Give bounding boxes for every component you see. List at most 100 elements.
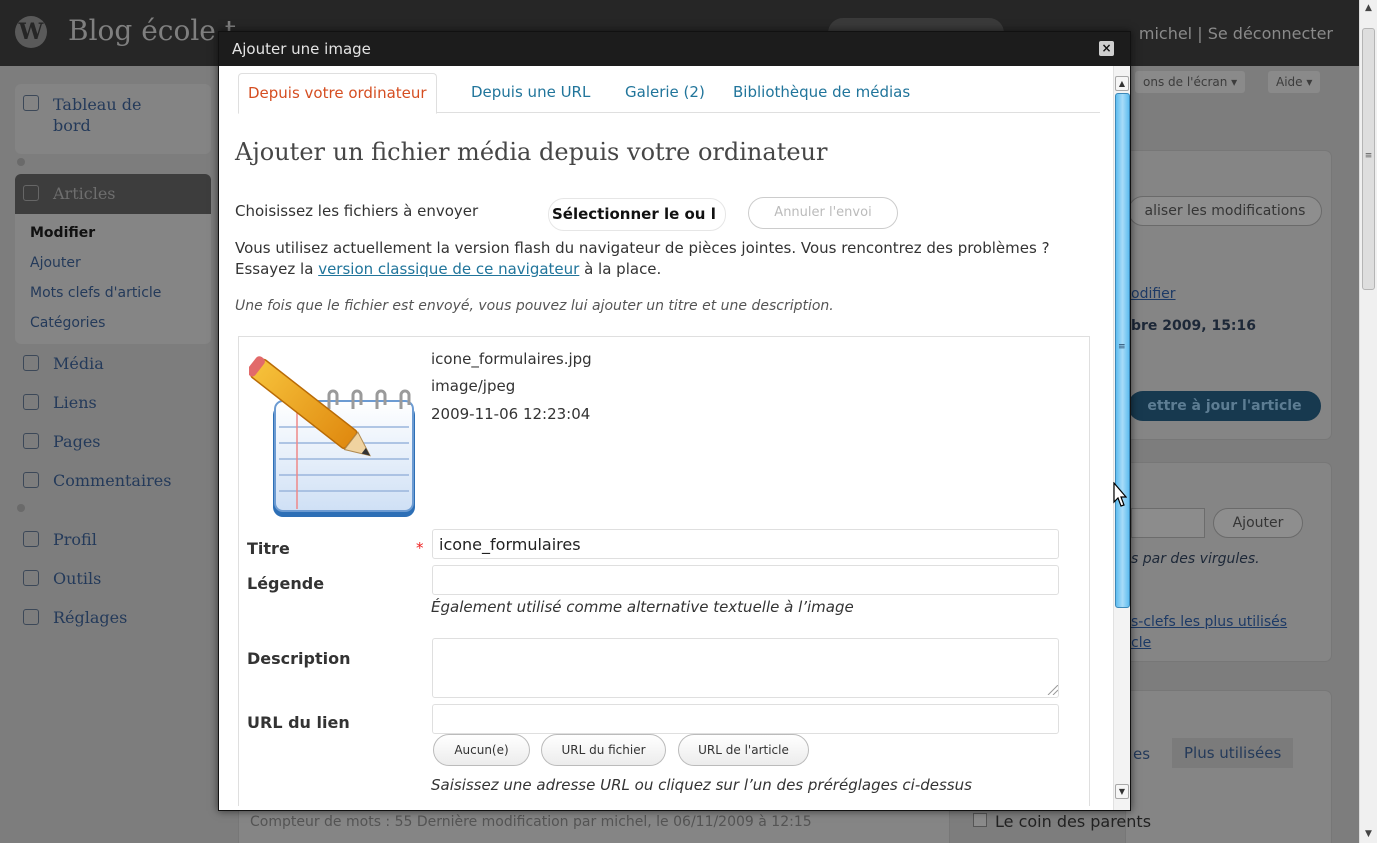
scroll-up-arrow-icon[interactable]: ▲ — [1115, 76, 1129, 91]
link-file-url-button[interactable]: URL du fichier — [541, 734, 666, 766]
save-changes-button[interactable]: aliser les modifications — [1128, 196, 1322, 226]
publish-date: bre 2009, 15:16 — [1131, 318, 1257, 334]
link-icon — [23, 394, 39, 410]
pages-icon — [23, 433, 39, 449]
caption-help-text: Également utilisé comme alternative text… — [431, 598, 854, 616]
scroll-down-arrow-icon[interactable]: ▼ — [1115, 784, 1129, 799]
scroll-up-arrow-icon[interactable]: ▲ — [1360, 0, 1377, 17]
flash-uploader-note: Vous utilisez actuellement la version fl… — [235, 238, 1085, 280]
link-post-url-button[interactable]: URL de l'article — [678, 734, 809, 766]
upload-tabs: Depuis votre ordinateur Depuis une URL G… — [238, 73, 1100, 114]
file-type: image/jpeg — [431, 377, 516, 395]
page-title: Ajouter un fichier média depuis votre or… — [235, 138, 828, 166]
admin-sidebar-menu: Tableau de bord Articles Modifier Ajoute… — [15, 84, 211, 637]
dialog-scroll-thumb[interactable]: ≡ — [1115, 93, 1130, 608]
sidebar-item-tools[interactable]: Outils — [15, 559, 211, 598]
sidebar-item-articles[interactable]: Articles — [15, 174, 211, 214]
file-date: 2009-11-06 12:23:04 — [431, 405, 591, 423]
media-item-panel: icone_formulaires.jpg image/jpeg 2009-11… — [238, 336, 1090, 806]
home-icon — [23, 95, 39, 111]
scroll-down-arrow-icon[interactable]: ▼ — [1360, 826, 1377, 843]
logout-link[interactable]: Se déconnecter — [1208, 24, 1333, 43]
sidebar-item-label: Liens — [53, 393, 97, 412]
caption-label: Légende — [247, 574, 325, 593]
sidebar-item-dashboard[interactable]: Tableau de bord — [15, 84, 211, 154]
submenu-item-modifier[interactable]: Modifier — [30, 218, 211, 248]
tools-icon — [23, 570, 39, 586]
sidebar-item-label: Média — [53, 354, 104, 373]
category-label: Le coin des parents — [995, 812, 1152, 831]
settings-icon — [23, 609, 39, 625]
menu-separator — [15, 504, 211, 520]
tab-from-url[interactable]: Depuis une URL — [462, 73, 599, 114]
sidebar-item-comments[interactable]: Commentaires — [15, 461, 211, 500]
sidebar-item-label: Réglages — [53, 608, 128, 627]
tab-all-categories[interactable]: es — [1133, 745, 1150, 763]
mouse-cursor-icon — [1113, 482, 1127, 507]
caption-input[interactable] — [432, 565, 1059, 595]
classic-uploader-link[interactable]: version classique de ce navigateur — [318, 260, 579, 278]
articles-submenu: Modifier Ajouter Mots clefs d'article Ca… — [15, 214, 211, 344]
tag-input[interactable] — [1131, 508, 1205, 538]
link-url-label: URL du lien — [247, 713, 350, 732]
category-checkbox[interactable] — [973, 813, 987, 827]
page-scroll-thumb[interactable]: ≡ — [1362, 28, 1375, 290]
submenu-item-tags[interactable]: Mots clefs d'article — [30, 278, 211, 308]
required-marker: * — [416, 539, 424, 557]
sidebar-item-pages[interactable]: Pages — [15, 422, 211, 461]
tab-most-used[interactable]: Plus utilisées — [1172, 738, 1294, 768]
after-upload-note: Une fois que le fichier est envoyé, vous… — [235, 298, 834, 314]
sidebar-item-label: Commentaires — [53, 471, 172, 490]
word-count-status: Compteur de mots : 55 Dernière modificat… — [250, 814, 812, 830]
link-none-button[interactable]: Aucun(e) — [433, 734, 530, 766]
file-name: icone_formulaires.jpg — [431, 350, 592, 368]
tags-hint: s par des virgules. — [1131, 551, 1260, 567]
user-info: michel | Se déconnecter — [1138, 24, 1333, 43]
title-input[interactable] — [432, 529, 1059, 559]
description-textarea[interactable] — [432, 638, 1059, 698]
close-icon[interactable]: × — [1099, 41, 1114, 56]
popular-tags-link-2[interactable]: cle — [1131, 635, 1151, 651]
add-tag-button[interactable]: Ajouter — [1213, 508, 1303, 538]
sidebar-item-media[interactable]: Média — [15, 344, 211, 383]
sidebar-item-label: Outils — [53, 569, 102, 588]
submenu-item-categories[interactable]: Catégories — [30, 308, 211, 338]
pencil-notepad-icon — [249, 356, 415, 517]
sidebar-item-label: Tableau de bord — [53, 95, 142, 135]
choose-files-label: Choisissez les fichiers à envoyer — [235, 202, 479, 220]
dialog-body: Depuis votre ordinateur Depuis une URL G… — [219, 66, 1113, 810]
description-label: Description — [247, 649, 351, 668]
title-label: Titre — [247, 539, 290, 558]
popular-tags-link[interactable]: s-clefs les plus utilisés — [1131, 614, 1287, 630]
users-icon — [23, 531, 39, 547]
menu-separator — [15, 158, 211, 174]
sidebar-item-links[interactable]: Liens — [15, 383, 211, 422]
sidebar-item-profile[interactable]: Profil — [15, 520, 211, 559]
link-help-text: Saisissez une adresse URL ou cliquez sur… — [431, 776, 972, 794]
sidebar-item-settings[interactable]: Réglages — [15, 598, 211, 637]
tab-from-computer[interactable]: Depuis votre ordinateur — [238, 73, 437, 114]
site-title[interactable]: Blog école t — [68, 14, 236, 47]
sidebar-item-label: Articles — [53, 184, 116, 203]
help-button[interactable]: Aide ▾ — [1268, 71, 1321, 93]
update-post-button[interactable]: ettre à jour l'article — [1128, 391, 1321, 421]
dialog-scrollbar[interactable]: ▲ ≡ ▼ — [1113, 66, 1130, 810]
user-name-link[interactable]: michel — [1139, 24, 1192, 43]
comment-icon — [23, 472, 39, 488]
tab-media-library[interactable]: Bibliothèque de médias — [724, 73, 919, 114]
wordpress-logo-icon[interactable]: W — [15, 16, 47, 48]
screen-options-button[interactable]: ons de l'écran ▾ — [1135, 71, 1246, 93]
dialog-title: Ajouter une image — [232, 40, 371, 58]
modify-link[interactable]: odifier — [1131, 286, 1176, 302]
cancel-upload-button[interactable]: Annuler l'envoi — [748, 197, 898, 229]
resize-grip-icon[interactable] — [1046, 685, 1058, 695]
submenu-item-ajouter[interactable]: Ajouter — [30, 248, 211, 278]
select-files-button[interactable]: Sélectionner le ou l — [548, 198, 726, 231]
media-icon — [23, 355, 39, 371]
tab-gallery[interactable]: Galerie (2) — [616, 73, 714, 114]
pin-icon — [23, 185, 39, 201]
sidebar-item-label: Profil — [53, 530, 97, 549]
grip-icon: ≡ — [1364, 151, 1373, 161]
link-url-input[interactable] — [432, 704, 1059, 734]
page-scrollbar[interactable]: ▲ ≡ ▼ — [1359, 0, 1377, 843]
